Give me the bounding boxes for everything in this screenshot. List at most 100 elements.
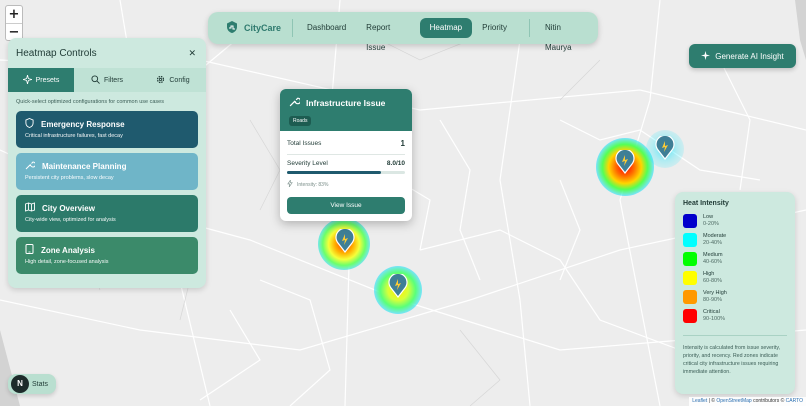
legend-item: Low 0-20% (683, 211, 787, 230)
zoom-in-button[interactable]: + (6, 6, 22, 23)
search-icon (91, 74, 100, 86)
legend-swatch (683, 289, 697, 304)
shield-icon (25, 118, 34, 130)
tab-presets-label: Presets (35, 76, 60, 84)
severity-value: 8.0/10 (386, 160, 405, 167)
legend-item: Moderate 20-40% (683, 230, 787, 249)
stats-badge: N (11, 375, 29, 393)
preset-maintenance-planning[interactable]: Maintenance Planning Persistent city pro… (16, 153, 198, 190)
popup-title: Infrastructure Issue (306, 97, 386, 108)
preset-subtitle: City-wide view, optimized for analysis (25, 217, 116, 223)
zoom-control: + − (5, 5, 23, 41)
nav-divider (292, 19, 294, 37)
popup-divider (287, 154, 405, 155)
legend-range: 20-40% (703, 239, 722, 246)
tablet-icon (25, 244, 34, 256)
attribution-contributors: contributors © (751, 398, 786, 404)
legend-label: Moderate (703, 232, 727, 239)
nav-heatmap[interactable]: Heatmap (419, 18, 473, 38)
legend-label: Low (703, 213, 714, 220)
preset-title: Emergency Response (41, 119, 125, 129)
preset-subtitle: Persistent city problems, slow decay (25, 175, 114, 181)
preset-emergency-response[interactable]: Emergency Response Critical infrastructu… (16, 111, 198, 148)
top-navigation: CityCare Dashboard Report Issue Heatmap … (208, 12, 598, 52)
severity-label: Severity Level (287, 160, 328, 167)
preset-city-overview[interactable]: City Overview City-wide view, optimized … (16, 195, 198, 232)
carto-link[interactable]: CARTO (786, 398, 803, 404)
legend-title: Heat Intensity (683, 200, 729, 207)
map-icon (25, 202, 35, 214)
preset-zone-analysis[interactable]: Zone Analysis High detail, zone-focused … (16, 237, 198, 274)
panel-title: Heatmap Controls (16, 47, 97, 59)
presets-description: Quick-select optimized configurations fo… (16, 99, 164, 105)
legend-item: Critical 90-100% (683, 306, 787, 325)
issue-marker-pin[interactable] (615, 150, 635, 174)
issue-marker-pin[interactable] (655, 136, 675, 160)
map-attribution: Leaflet | © OpenStreetMap contributors ©… (689, 397, 806, 406)
nav-priority[interactable]: Priority (472, 18, 517, 38)
bolt-icon (287, 179, 293, 189)
intensity-text: Intensity: 83% (297, 181, 329, 188)
legend-label-group: Low 0-20% (703, 214, 719, 228)
legend-label: Critical (703, 308, 720, 315)
brand-name: CityCare (244, 23, 282, 33)
legend-item: Very High 80-90% (683, 287, 787, 306)
close-icon[interactable]: ✕ (188, 48, 196, 59)
legend-label: High (703, 270, 715, 277)
osm-link[interactable]: OpenStreetMap (716, 398, 751, 404)
brand[interactable]: CityCare (225, 20, 292, 36)
legend-swatch (683, 251, 697, 266)
issue-marker-pin[interactable] (388, 274, 408, 298)
legend-item: Medium 40-60% (683, 249, 787, 268)
legend-items: Low 0-20% Moderate 20-40% Medium 40-60% High 60… (683, 211, 787, 325)
legend-note: Intensity is calculated from issue sever… (683, 335, 787, 376)
legend-swatch (683, 232, 697, 247)
tab-config-label: Config (169, 76, 190, 84)
gear-icon (156, 75, 165, 86)
issue-popup: Infrastructure Issue Roads Total Issues … (280, 89, 412, 221)
tab-filters[interactable]: Filters (74, 68, 140, 92)
total-issues-value: 1 (400, 139, 405, 148)
tab-filters-label: Filters (103, 76, 124, 84)
heatmap-controls-panel: Heatmap Controls ✕ Presets Filters Confi… (8, 38, 206, 288)
stats-label: Stats (32, 380, 48, 388)
preset-title: City Overview (42, 203, 95, 213)
legend-label-group: High 60-80% (703, 271, 722, 285)
nav-report-issue[interactable]: Report Issue (356, 18, 419, 52)
legend-swatch (683, 270, 697, 285)
legend-range: 0-20% (703, 220, 719, 227)
legend-label: Very High (703, 289, 727, 296)
legend-label-group: Moderate 20-40% (703, 233, 726, 247)
citycare-logo-icon (225, 20, 239, 36)
stats-button[interactable]: N Stats (8, 374, 56, 394)
legend-label-group: Medium 40-60% (703, 252, 723, 266)
preset-subtitle: Critical infrastructure failures, fast d… (25, 133, 123, 139)
leaflet-link[interactable]: Leaflet (692, 398, 707, 404)
total-issues-label: Total Issues (287, 140, 322, 147)
generate-ai-insight-button[interactable]: Generate AI Insight (689, 44, 796, 68)
heat-intensity-legend: Heat Intensity Low 0-20% Moderate 20-40% Med… (675, 192, 795, 394)
legend-swatch (683, 213, 697, 228)
controls-tabs: Presets Filters Config (8, 68, 206, 92)
legend-range: 60-80% (703, 277, 722, 284)
view-issue-button[interactable]: View Issue (287, 197, 405, 214)
preset-title: Zone Analysis (41, 245, 95, 255)
user-menu[interactable]: Nitin Maurya (535, 18, 598, 52)
preset-subtitle: High detail, zone-focused analysis (25, 259, 109, 265)
issue-marker-pin[interactable] (335, 229, 355, 253)
tab-config[interactable]: Config (140, 68, 206, 92)
wrench-icon (289, 96, 302, 109)
legend-label: Medium (703, 251, 723, 258)
attribution-separator: | © (707, 398, 717, 404)
severity-bar-fill (287, 171, 382, 174)
legend-range: 80-90% (703, 296, 722, 303)
tab-presets[interactable]: Presets (8, 68, 74, 92)
severity-bar (287, 171, 405, 174)
category-badge: Roads (289, 116, 312, 126)
sparkle-icon (701, 50, 711, 62)
legend-label-group: Very High 80-90% (703, 290, 727, 304)
legend-swatch (683, 308, 697, 323)
legend-item: High 60-80% (683, 268, 787, 287)
legend-range: 40-60% (703, 258, 722, 265)
nav-dashboard[interactable]: Dashboard (297, 18, 356, 38)
